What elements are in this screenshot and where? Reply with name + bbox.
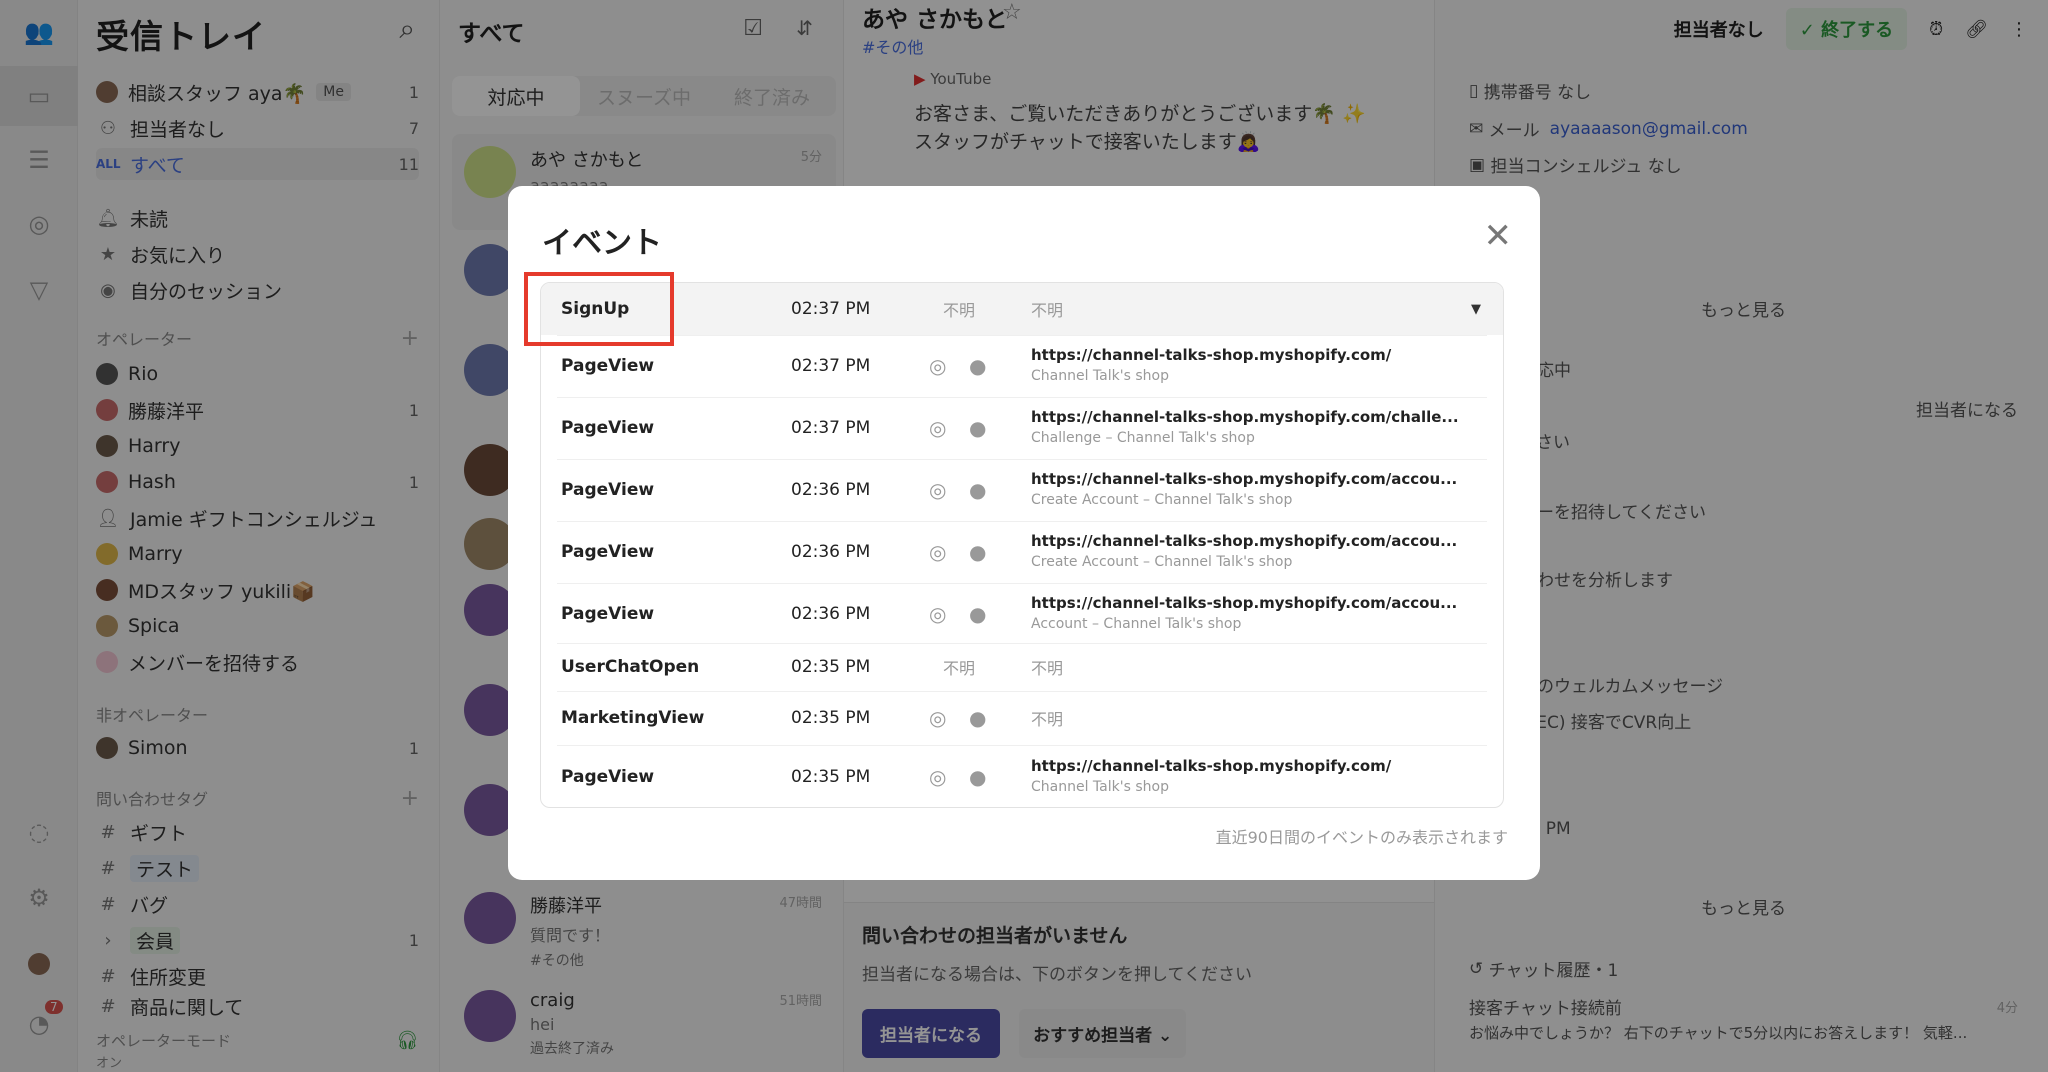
highlight-box (524, 272, 674, 346)
event-row[interactable]: PageView 02:36 PM ◎ ● https://channel-talks-… (541, 521, 1503, 583)
row-divider (557, 643, 1487, 644)
apple-icon: ● (969, 765, 987, 789)
row-divider (557, 745, 1487, 746)
event-url: 不明 (1031, 301, 1064, 320)
chrome-icon: ◎ (929, 478, 947, 502)
event-url[interactable]: https://channel-talks-shop.myshopify.com… (1031, 408, 1459, 426)
event-page-title: Account – Channel Talk's shop (1031, 616, 1242, 632)
event-name: PageView (561, 418, 655, 438)
event-time: 02:36 PM (791, 480, 871, 500)
event-name: MarketingView (561, 708, 705, 728)
event-time: 02:36 PM (791, 604, 871, 624)
apple-icon: ● (969, 478, 987, 502)
event-row[interactable]: SignUp 02:37 PM 不明 不明 ▼ (541, 283, 1503, 335)
event-time: 02:35 PM (791, 657, 871, 677)
event-url: 不明 (1031, 659, 1064, 678)
event-row[interactable]: PageView 02:37 PM ◎ ● https://channel-talks-… (541, 397, 1503, 459)
row-divider (557, 459, 1487, 460)
event-time: 02:36 PM (791, 542, 871, 562)
event-time: 02:35 PM (791, 708, 871, 728)
row-divider (557, 397, 1487, 398)
modal-overlay[interactable]: イベント ✕ SignUp 02:37 PM 不明 不明 ▼ PageView 02:37 … (0, 0, 2048, 1072)
caret-down-icon[interactable]: ▼ (1471, 302, 1481, 317)
apple-icon: ● (969, 706, 987, 730)
chrome-icon: ◎ (929, 706, 947, 730)
chrome-icon: ◎ (929, 540, 947, 564)
event-page-title: Create Account – Channel Talk's shop (1031, 554, 1293, 570)
chrome-icon: ◎ (929, 765, 947, 789)
event-time: 02:35 PM (791, 767, 871, 787)
browser-value: 不明 (943, 659, 976, 678)
event-name: PageView (561, 767, 655, 787)
modal-footer: 直近90日間のイベントのみ表示されます (1215, 828, 1508, 847)
event-row[interactable]: PageView 02:35 PM ◎ ● https://channel-talks-… (541, 745, 1503, 807)
event-page-title: Create Account – Channel Talk's shop (1031, 492, 1293, 508)
apple-icon: ● (969, 540, 987, 564)
event-row[interactable]: PageView 02:37 PM ◎ ● https://channel-talks-… (541, 335, 1503, 397)
close-icon[interactable]: ✕ (1484, 216, 1513, 256)
apple-icon: ● (969, 602, 987, 626)
event-time: 02:37 PM (791, 356, 871, 376)
event-url: 不明 (1031, 710, 1064, 729)
event-name: PageView (561, 480, 655, 500)
chrome-icon: ◎ (929, 602, 947, 626)
event-url[interactable]: https://channel-talks-shop.myshopify.com… (1031, 532, 1457, 550)
event-page-title: Channel Talk's shop (1031, 368, 1169, 384)
event-page-title: Challenge – Channel Talk's shop (1031, 430, 1255, 446)
browser-value: 不明 (943, 301, 976, 320)
event-url[interactable]: https://channel-talks-shop.myshopify.com… (1031, 594, 1457, 612)
event-name: UserChatOpen (561, 657, 700, 677)
event-row[interactable]: PageView 02:36 PM ◎ ● https://channel-talks-… (541, 459, 1503, 521)
row-divider (557, 583, 1487, 584)
event-time: 02:37 PM (791, 418, 871, 438)
apple-icon: ● (969, 416, 987, 440)
event-url[interactable]: https://channel-talks-shop.myshopify.com… (1031, 757, 1391, 775)
chrome-icon: ◎ (929, 416, 947, 440)
events-table: SignUp 02:37 PM 不明 不明 ▼ PageView 02:37 PM ◎ ● htt… (540, 282, 1504, 808)
event-page-title: Channel Talk's shop (1031, 779, 1169, 795)
event-name: PageView (561, 542, 655, 562)
row-divider (557, 335, 1487, 336)
chrome-icon: ◎ (929, 354, 947, 378)
event-row[interactable]: PageView 02:36 PM ◎ ● https://channel-talks-… (541, 583, 1503, 645)
events-modal: イベント ✕ SignUp 02:37 PM 不明 不明 ▼ PageView 02:37 … (508, 186, 1540, 880)
row-divider (557, 691, 1487, 692)
apple-icon: ● (969, 354, 987, 378)
event-name: PageView (561, 356, 655, 376)
modal-title: イベント (542, 226, 662, 261)
event-url[interactable]: https://channel-talks-shop.myshopify.com… (1031, 346, 1391, 364)
row-divider (557, 521, 1487, 522)
event-row[interactable]: UserChatOpen 02:35 PM 不明 不明 (541, 643, 1503, 691)
event-time: 02:37 PM (791, 299, 871, 319)
app-root: 👥 ▭ ☰ ◎ ▽ ◌ ⚙ ◔ 7 受信トレイ ⌕ 相談スタッフ aya🌴 Me … (0, 0, 2048, 1072)
event-row[interactable]: MarketingView 02:35 PM ◎ ● 不明 (541, 691, 1503, 745)
event-url[interactable]: https://channel-talks-shop.myshopify.com… (1031, 470, 1457, 488)
event-name: PageView (561, 604, 655, 624)
